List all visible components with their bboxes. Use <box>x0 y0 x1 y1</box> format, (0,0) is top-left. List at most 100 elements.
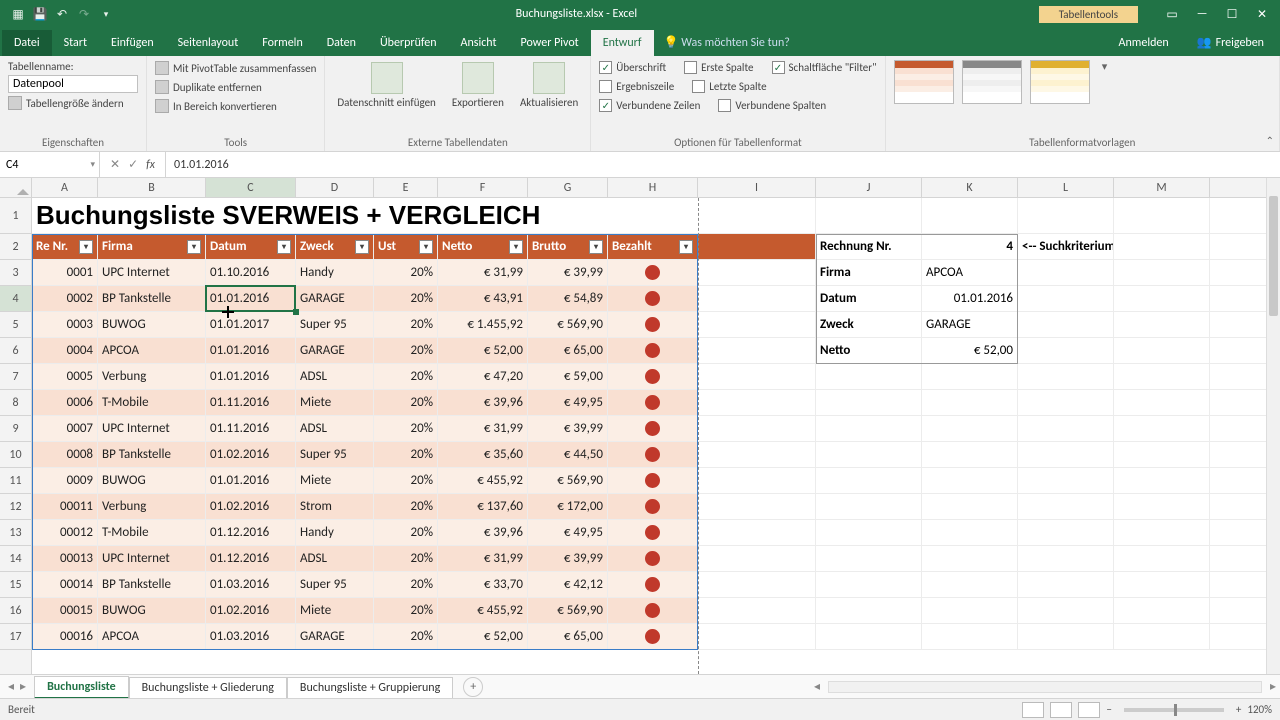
view-normal-icon[interactable] <box>1022 702 1044 718</box>
filter-icon[interactable]: ▾ <box>355 240 369 254</box>
col-header-B[interactable]: B <box>98 178 206 197</box>
row-header-2[interactable]: 2 <box>0 234 31 260</box>
tab-data[interactable]: Daten <box>315 30 368 56</box>
col-header-G[interactable]: G <box>528 178 608 197</box>
summarize-pivot-button[interactable]: Mit PivotTable zusammenfassen <box>155 60 316 76</box>
row-header-17[interactable]: 17 <box>0 624 31 650</box>
sheet-nav-prev-icon[interactable]: ◂ <box>8 679 14 694</box>
chk-banded-rows[interactable]: ✓Verbundene Zeilen <box>599 98 700 113</box>
col-header-I[interactable]: I <box>698 178 816 197</box>
col-header-L[interactable]: L <box>1018 178 1114 197</box>
fx-icon[interactable]: fx <box>146 158 155 172</box>
col-header-J[interactable]: J <box>816 178 922 197</box>
col-header-A[interactable]: A <box>32 178 98 197</box>
row-header-16[interactable]: 16 <box>0 598 31 624</box>
view-page-break-icon[interactable] <box>1078 702 1100 718</box>
horizontal-scrollbar[interactable]: ◂ ▸ <box>810 679 1280 694</box>
row-header-10[interactable]: 10 <box>0 442 31 468</box>
filter-icon[interactable]: ▾ <box>277 240 291 254</box>
zoom-level[interactable]: 120% <box>1247 703 1272 716</box>
col-header-K[interactable]: K <box>922 178 1018 197</box>
row-header-3[interactable]: 3 <box>0 260 31 286</box>
export-button[interactable]: Exportieren <box>448 60 508 111</box>
row-headers[interactable]: 1234567891011121314151617 <box>0 198 32 674</box>
share-button[interactable]: 👥Freigeben <box>1183 29 1278 56</box>
table-styles-gallery[interactable]: ▾ <box>894 60 1272 104</box>
table-name-input[interactable] <box>8 75 138 93</box>
vertical-scrollbar[interactable] <box>1266 178 1280 674</box>
style-thumb-gold[interactable] <box>1030 60 1090 104</box>
filter-icon[interactable]: ▾ <box>79 240 93 254</box>
row-header-15[interactable]: 15 <box>0 572 31 598</box>
styles-more-icon[interactable]: ▾ <box>1098 60 1112 73</box>
remove-duplicates-button[interactable]: Duplikate entfernen <box>155 79 262 95</box>
close-icon[interactable]: ✕ <box>1248 4 1276 24</box>
qat-more-icon[interactable]: ▾ <box>98 6 114 22</box>
chk-banded-cols[interactable]: Verbundene Spalten <box>718 98 826 113</box>
zoom-in-icon[interactable]: + <box>1236 703 1241 716</box>
col-header-D[interactable]: D <box>296 178 374 197</box>
tab-powerpivot[interactable]: Power Pivot <box>509 30 591 56</box>
row-header-11[interactable]: 11 <box>0 468 31 494</box>
cancel-formula-icon[interactable]: ✕ <box>110 157 120 172</box>
row-header-12[interactable]: 12 <box>0 494 31 520</box>
accept-formula-icon[interactable]: ✓ <box>128 157 138 172</box>
chk-total-row[interactable]: Ergebniszeile <box>599 79 674 94</box>
col-header-M[interactable]: M <box>1114 178 1210 197</box>
scrollbar-thumb[interactable] <box>1269 196 1278 316</box>
col-header-C[interactable]: C <box>206 178 296 197</box>
col-header-F[interactable]: F <box>438 178 528 197</box>
row-header-6[interactable]: 6 <box>0 338 31 364</box>
tab-review[interactable]: Überprüfen <box>368 30 449 56</box>
tell-me[interactable]: 💡 Was möchten Sie tun? <box>654 29 1105 56</box>
select-all-corner[interactable] <box>0 178 32 198</box>
filter-icon[interactable]: ▾ <box>679 240 693 254</box>
row-header-8[interactable]: 8 <box>0 390 31 416</box>
row-header-14[interactable]: 14 <box>0 546 31 572</box>
sheet-tab-2[interactable]: Buchungsliste + Gruppierung <box>287 677 453 698</box>
save-icon[interactable]: 💾 <box>32 6 48 22</box>
minimize-icon[interactable]: — <box>1188 4 1216 24</box>
style-thumb-gray[interactable] <box>962 60 1022 104</box>
tab-view[interactable]: Ansicht <box>449 30 509 56</box>
refresh-button[interactable]: Aktualisieren <box>516 60 582 111</box>
row-header-1[interactable]: 1 <box>0 198 31 234</box>
chk-header[interactable]: ✓Überschrift <box>599 60 666 75</box>
tab-formulas[interactable]: Formeln <box>250 30 314 56</box>
name-box[interactable]: C4 <box>0 152 100 177</box>
tab-start[interactable]: Start <box>52 30 99 56</box>
chk-last-col[interactable]: Letzte Spalte <box>692 79 766 94</box>
tab-file[interactable]: Datei <box>2 30 52 56</box>
spreadsheet-grid[interactable]: ABCDEFGHIJKLM 1234567891011121314151617 … <box>0 178 1280 674</box>
col-header-E[interactable]: E <box>374 178 438 197</box>
row-header-9[interactable]: 9 <box>0 416 31 442</box>
convert-range-button[interactable]: In Bereich konvertieren <box>155 98 277 114</box>
maximize-icon[interactable]: ☐ <box>1218 4 1246 24</box>
filter-icon[interactable]: ▾ <box>509 240 523 254</box>
row-header-4[interactable]: 4 <box>0 286 31 312</box>
zoom-out-icon[interactable]: − <box>1106 703 1111 716</box>
redo-icon[interactable]: ↷ <box>76 6 92 22</box>
tab-page-layout[interactable]: Seitenlayout <box>166 30 251 56</box>
signin-link[interactable]: Anmelden <box>1105 30 1183 56</box>
row-header-7[interactable]: 7 <box>0 364 31 390</box>
insert-slicer-button[interactable]: Datenschnitt einfügen <box>333 60 439 111</box>
style-thumb-orange[interactable] <box>894 60 954 104</box>
sheet-tab-active[interactable]: Buchungsliste <box>34 676 129 699</box>
new-sheet-button[interactable]: + <box>463 677 483 697</box>
col-header-H[interactable]: H <box>608 178 698 197</box>
resize-table-button[interactable]: Tabellengröße ändern <box>8 95 124 111</box>
row-header-5[interactable]: 5 <box>0 312 31 338</box>
sheet-tab-1[interactable]: Buchungsliste + Gliederung <box>129 677 287 698</box>
tab-insert[interactable]: Einfügen <box>99 30 166 56</box>
cells-area[interactable]: Buchungsliste SVERWEIS + VERGLEICHRe Nr.… <box>32 198 1266 674</box>
filter-icon[interactable]: ▾ <box>187 240 201 254</box>
zoom-slider[interactable] <box>1124 708 1224 712</box>
formula-input[interactable]: 01.01.2016 <box>166 152 1280 177</box>
filter-icon[interactable]: ▾ <box>419 240 433 254</box>
chk-first-col[interactable]: Erste Spalte <box>684 60 753 75</box>
hscroll-left-icon[interactable]: ◂ <box>810 679 824 694</box>
hscroll-right-icon[interactable]: ▸ <box>1266 679 1280 694</box>
tab-design[interactable]: Entwurf <box>591 30 654 56</box>
undo-icon[interactable]: ↶ <box>54 6 70 22</box>
